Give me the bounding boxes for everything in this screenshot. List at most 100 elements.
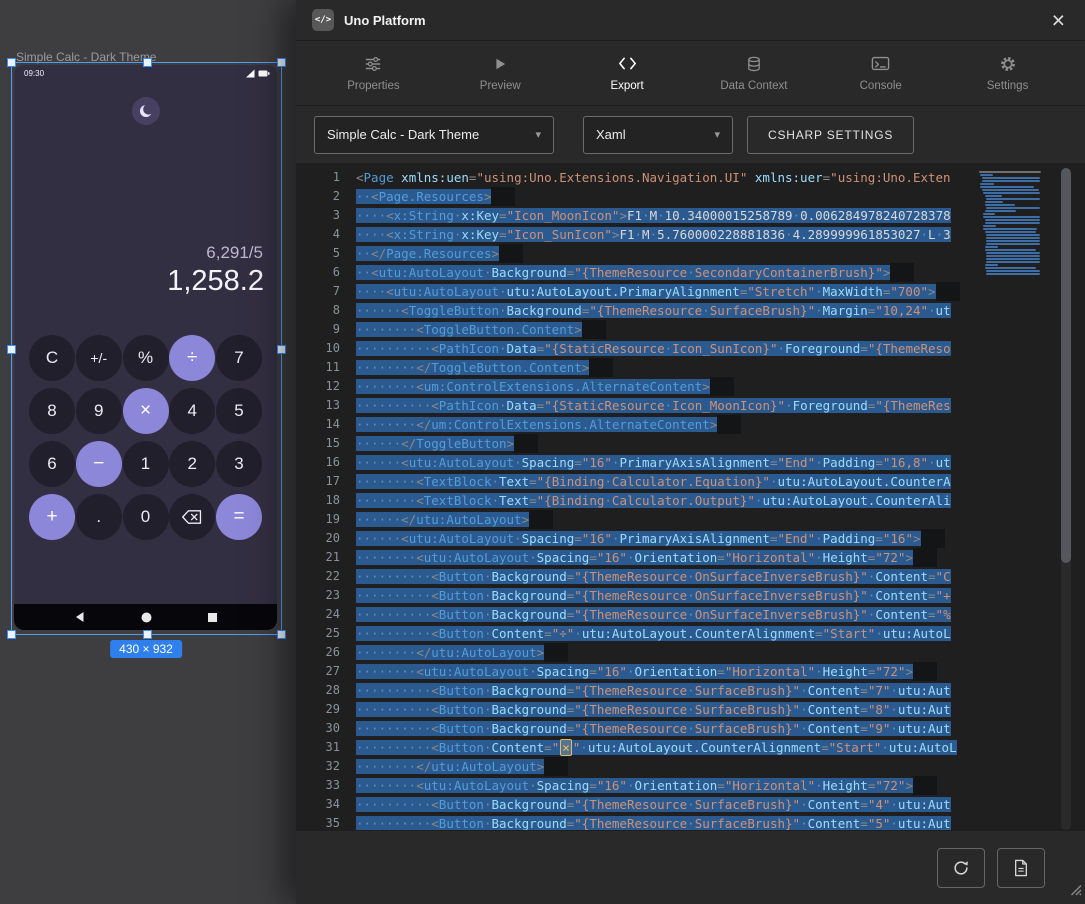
- code-content[interactable]: <Page xmlns:uen="using:Uno.Extensions.Na…: [356, 168, 1085, 830]
- code-line[interactable]: ····<x:String·x:Key="Icon_SunIcon">F1·M·…: [356, 225, 1085, 244]
- key-÷[interactable]: ÷: [169, 335, 215, 381]
- resize-handle[interactable]: [277, 345, 286, 354]
- close-icon[interactable]: ×: [1048, 9, 1069, 32]
- window-title-bar: </> Uno Platform ×: [296, 0, 1085, 41]
- phone-status-bar: 09:30: [24, 69, 270, 78]
- resize-grip[interactable]: [1070, 883, 1082, 901]
- line-number: 19: [296, 510, 340, 529]
- code-line[interactable]: ··········<Button·Content="×"·utu:AutoLa…: [356, 738, 1085, 757]
- phone-nav-bar: [14, 604, 277, 630]
- line-number: 12: [296, 377, 340, 396]
- code-line[interactable]: ········<um:ControlExtensions.AlternateC…: [356, 377, 1085, 396]
- nav-back-button[interactable]: [75, 612, 85, 622]
- minimap-line: [979, 171, 1041, 173]
- key-3[interactable]: 3: [216, 441, 262, 487]
- code-line[interactable]: ··········<Button·Background="{ThemeReso…: [356, 681, 1085, 700]
- code-line[interactable]: ··········<PathIcon·Data="{StaticResourc…: [356, 396, 1085, 415]
- key-+/-[interactable]: +/-: [76, 335, 122, 381]
- minimap-line: [986, 240, 1040, 242]
- key-1[interactable]: 1: [123, 441, 169, 487]
- tab-preview[interactable]: Preview: [437, 41, 564, 105]
- resize-handle[interactable]: [143, 630, 152, 639]
- resize-handle[interactable]: [7, 630, 16, 639]
- code-line[interactable]: ········<TextBlock·Text="{Binding·Calcul…: [356, 472, 1085, 491]
- key-2[interactable]: 2: [169, 441, 215, 487]
- key-=[interactable]: =: [216, 494, 262, 540]
- resize-handle[interactable]: [7, 58, 16, 67]
- key-C[interactable]: C: [29, 335, 75, 381]
- code-line[interactable]: ··········<Button·Content="÷"·utu:AutoLa…: [356, 624, 1085, 643]
- key-8[interactable]: 8: [29, 388, 75, 434]
- key-5[interactable]: 5: [216, 388, 262, 434]
- key-%[interactable]: %: [123, 335, 169, 381]
- code-line[interactable]: ··········<Button·Background="{ThemeReso…: [356, 814, 1085, 830]
- tab-export[interactable]: Export: [564, 41, 691, 105]
- phone-artboard[interactable]: 09:30 6,291/5 1,258.2 C+/-%÷789×456−123+…: [14, 65, 277, 630]
- code-editor[interactable]: 1234567891011121314151617181920212223242…: [296, 163, 1085, 830]
- code-line[interactable]: ········<utu:AutoLayout·Spacing="16"·Ori…: [356, 662, 1085, 681]
- resize-handle[interactable]: [143, 58, 152, 67]
- refresh-button[interactable]: [937, 848, 985, 888]
- code-line[interactable]: ········<utu:AutoLayout·Spacing="16"·Ori…: [356, 776, 1085, 795]
- nav-home-button[interactable]: [141, 612, 152, 623]
- play-icon: [492, 55, 508, 73]
- code-line[interactable]: ··</Page.Resources>: [356, 244, 1085, 263]
- minimap[interactable]: [979, 168, 1055, 830]
- code-line[interactable]: ········</ToggleButton.Content>: [356, 358, 1085, 377]
- tab-data-context[interactable]: Data Context: [690, 41, 817, 105]
- minimap-line: [983, 192, 1040, 194]
- nav-recents-button[interactable]: [208, 613, 217, 622]
- code-line[interactable]: ······</utu:AutoLayout>: [356, 510, 1085, 529]
- code-line[interactable]: ··········<Button·Background="{ThemeReso…: [356, 605, 1085, 624]
- code-line[interactable]: ········<TextBlock·Text="{Binding·Calcul…: [356, 491, 1085, 510]
- code-line[interactable]: ········</utu:AutoLayout>: [356, 757, 1085, 776]
- line-number: 4: [296, 225, 340, 244]
- resize-handle[interactable]: [277, 630, 286, 639]
- scrollbar-thumb[interactable]: [1061, 168, 1071, 563]
- key-backspace[interactable]: [169, 494, 215, 540]
- tab-properties[interactable]: Properties: [310, 41, 437, 105]
- code-line[interactable]: ······<ToggleButton·Background="{ThemeRe…: [356, 301, 1085, 320]
- code-line[interactable]: ··········<Button·Background="{ThemeReso…: [356, 795, 1085, 814]
- code-line[interactable]: ······<utu:AutoLayout·Spacing="16"·Prima…: [356, 453, 1085, 472]
- code-line[interactable]: ··········<PathIcon·Data="{StaticResourc…: [356, 339, 1085, 358]
- code-line[interactable]: ··<utu:AutoLayout·Background="{ThemeReso…: [356, 263, 1085, 282]
- key-−[interactable]: −: [76, 441, 122, 487]
- key-0[interactable]: 0: [123, 494, 169, 540]
- key-7[interactable]: 7: [216, 335, 262, 381]
- code-line[interactable]: ········</utu:AutoLayout>: [356, 643, 1085, 662]
- code-line[interactable]: ··········<Button·Background="{ThemeReso…: [356, 586, 1085, 605]
- export-file-button[interactable]: [997, 848, 1045, 888]
- tab-console[interactable]: Console: [817, 41, 944, 105]
- resize-handle[interactable]: [7, 345, 16, 354]
- theme-toggle-button[interactable]: [132, 97, 160, 125]
- line-number: 3: [296, 206, 340, 225]
- editor-scrollbar[interactable]: [1061, 168, 1071, 830]
- line-number: 13: [296, 396, 340, 415]
- tab-settings[interactable]: Settings: [944, 41, 1071, 105]
- line-number: 25: [296, 624, 340, 643]
- code-line[interactable]: ········<utu:AutoLayout·Spacing="16"·Ori…: [356, 548, 1085, 567]
- code-line[interactable]: ··········<Button·Background="{ThemeReso…: [356, 700, 1085, 719]
- key-.[interactable]: .: [76, 494, 122, 540]
- code-line[interactable]: ··········<Button·Background="{ThemeReso…: [356, 719, 1085, 738]
- minimap-line: [986, 207, 1040, 209]
- code-line[interactable]: ··········<Button·Background="{ThemeReso…: [356, 567, 1085, 586]
- code-line[interactable]: ······</ToggleButton>: [356, 434, 1085, 453]
- key-×[interactable]: ×: [123, 388, 169, 434]
- key-6[interactable]: 6: [29, 441, 75, 487]
- key-+[interactable]: +: [29, 494, 75, 540]
- code-line[interactable]: ········</um:ControlExtensions.Alternate…: [356, 415, 1085, 434]
- resize-handle[interactable]: [277, 58, 286, 67]
- key-4[interactable]: 4: [169, 388, 215, 434]
- page-select[interactable]: Simple Calc - Dark Theme ▾: [314, 116, 554, 154]
- format-select[interactable]: Xaml ▾: [583, 116, 733, 154]
- code-line[interactable]: ····<utu:AutoLayout·utu:AutoLayout.Prima…: [356, 282, 1085, 301]
- code-line[interactable]: ······<utu:AutoLayout·Spacing="16"·Prima…: [356, 529, 1085, 548]
- code-line[interactable]: <Page xmlns:uen="using:Uno.Extensions.Na…: [356, 168, 1085, 187]
- csharp-settings-button[interactable]: CSHARP SETTINGS: [747, 116, 914, 154]
- code-line[interactable]: ········<ToggleButton.Content>: [356, 320, 1085, 339]
- code-line[interactable]: ··<Page.Resources>: [356, 187, 1085, 206]
- code-line[interactable]: ····<x:String·x:Key="Icon_MoonIcon">F1·M…: [356, 206, 1085, 225]
- key-9[interactable]: 9: [76, 388, 122, 434]
